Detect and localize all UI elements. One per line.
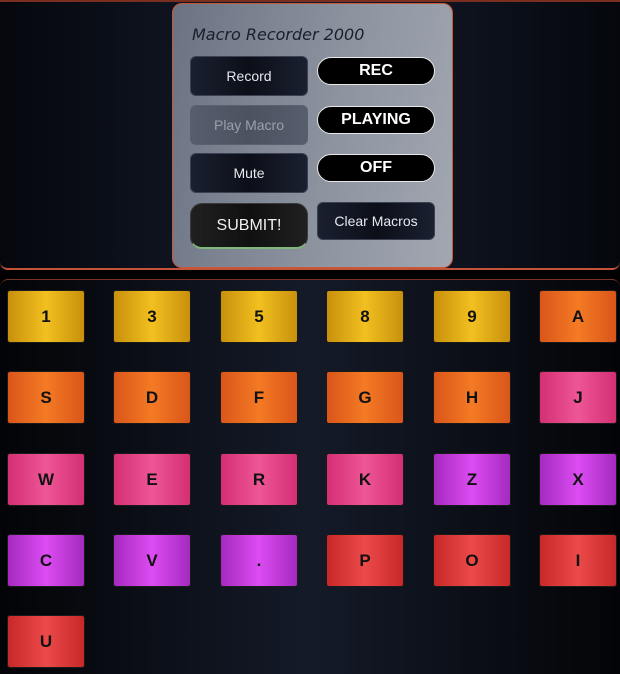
key-button[interactable]: Z <box>433 453 511 506</box>
mute-button[interactable]: Mute <box>190 153 308 193</box>
mute-status-badge: OFF <box>317 154 435 182</box>
key-button[interactable]: X <box>539 453 617 506</box>
playing-status-badge: PLAYING <box>317 106 435 134</box>
key-button[interactable]: J <box>539 371 617 424</box>
panel-title: Macro Recorder 2000 <box>192 25 365 44</box>
key-button[interactable]: U <box>7 615 85 668</box>
key-button[interactable]: D <box>113 371 191 424</box>
key-button[interactable]: 1 <box>7 290 85 343</box>
key-button[interactable]: R <box>220 453 298 506</box>
key-button[interactable]: 8 <box>326 290 404 343</box>
key-button[interactable]: . <box>220 534 298 587</box>
top-section: Macro Recorder 2000 Record REC Play Macr… <box>0 0 620 270</box>
key-button[interactable]: I <box>539 534 617 587</box>
rec-status-badge: REC <box>317 57 435 85</box>
record-button[interactable]: Record <box>190 56 308 96</box>
key-button[interactable]: C <box>7 534 85 587</box>
key-button[interactable]: 5 <box>220 290 298 343</box>
key-button[interactable]: 9 <box>433 290 511 343</box>
key-button[interactable]: V <box>113 534 191 587</box>
keys-grid: 13589A SDFGHJ WERKZX CV. POI U <box>0 279 620 674</box>
key-button[interactable]: 3 <box>113 290 191 343</box>
clear-macros-button[interactable]: Clear Macros <box>317 202 435 240</box>
control-panel: Macro Recorder 2000 Record REC Play Macr… <box>172 3 453 268</box>
key-button[interactable]: H <box>433 371 511 424</box>
key-button[interactable]: K <box>326 453 404 506</box>
key-button[interactable]: W <box>7 453 85 506</box>
submit-button[interactable]: SUBMIT! <box>190 203 308 249</box>
play-macro-button[interactable]: Play Macro <box>190 105 308 145</box>
key-button[interactable]: G <box>326 371 404 424</box>
key-button[interactable]: S <box>7 371 85 424</box>
key-button[interactable]: O <box>433 534 511 587</box>
key-button[interactable]: F <box>220 371 298 424</box>
key-button[interactable]: E <box>113 453 191 506</box>
key-button[interactable]: P <box>326 534 404 587</box>
key-button[interactable]: A <box>539 290 617 343</box>
